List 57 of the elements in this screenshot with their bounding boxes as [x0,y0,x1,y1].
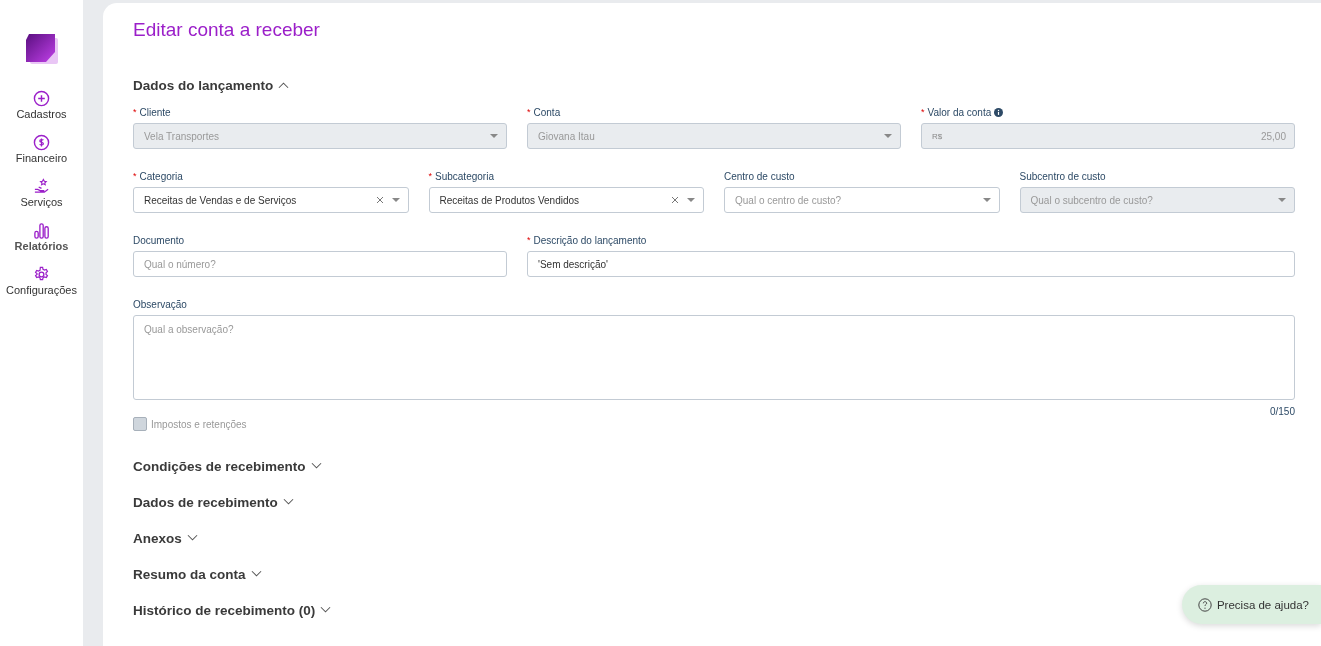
chevron-icon[interactable] [278,81,290,89]
section-header[interactable]: Dados de recebimento [133,493,294,511]
input-field[interactable]: 'Sem descrição' [527,251,1295,277]
field-label: Categoria [139,170,183,182]
field-label: Cliente [139,106,171,118]
clear-icon[interactable] [671,196,679,204]
section-header[interactable]: Histórico de recebimento (0) [133,601,332,619]
checkbox-label: Impostos e retenções [151,418,247,430]
chevron-icon[interactable] [310,462,322,470]
field-label: Conta [533,106,561,118]
help-button[interactable]: Precisa de ajuda? [1181,585,1321,624]
section-header[interactable]: Anexos [133,529,198,547]
select-field[interactable]: Receitas de Produtos Vendidos [428,187,704,213]
plus-circle-icon [33,90,50,107]
caret-icon [982,198,991,202]
required-asterisk: * [428,171,432,181]
hand-star-icon [33,178,50,195]
field-label: Subcentro de custo [1019,170,1106,182]
field-label: Documento [133,234,185,246]
section-header[interactable]: Resumo da conta [133,565,262,583]
chevron-icon[interactable] [250,570,262,578]
clear-icon[interactable] [375,196,384,204]
required-asterisk: * [133,107,137,117]
chevron-icon[interactable] [282,498,294,506]
sidebar-item[interactable]: Serviços [20,178,63,208]
required-asterisk: * [527,235,531,245]
settings-icon [33,266,50,283]
page-title: Editar conta a receber [133,19,321,42]
logo-icon[interactable] [25,34,58,64]
caret-icon [884,134,892,138]
currency-prefix: R$ [932,131,943,141]
field-label: Centro de custo [724,170,795,182]
field-label: Descrição do lançamento [533,234,647,246]
sidebar-item[interactable]: Cadastros [16,90,67,120]
bar-chart-icon [33,222,50,239]
required-asterisk: * [527,107,531,117]
help-icon [1197,597,1212,612]
field-label: Observação [133,298,187,310]
caret-icon [687,198,695,202]
caret-icon [1278,198,1286,202]
section-header[interactable]: Dados do lançamento [133,76,290,94]
caret-icon [391,198,400,202]
sidebar-item[interactable]: Configurações [6,266,77,296]
caret-icon [490,134,498,138]
sidebar-item[interactable]: Financeiro [15,134,68,164]
chevron-icon[interactable] [320,606,332,614]
field-label: Subcategoria [435,170,494,182]
field-label: Valor da conta [927,106,992,118]
dollar-circle-icon [33,134,50,151]
required-asterisk: * [921,107,925,117]
sidebar-item[interactable]: Relatórios [14,222,69,252]
chevron-icon[interactable] [186,534,198,542]
character-counter: 0/150 [1268,406,1295,417]
info-icon [994,107,1004,117]
select-field[interactable]: Receitas de Vendas e de Serviços [133,187,409,213]
required-asterisk: * [133,171,137,181]
section-header[interactable]: Condições de recebimento [133,457,322,475]
